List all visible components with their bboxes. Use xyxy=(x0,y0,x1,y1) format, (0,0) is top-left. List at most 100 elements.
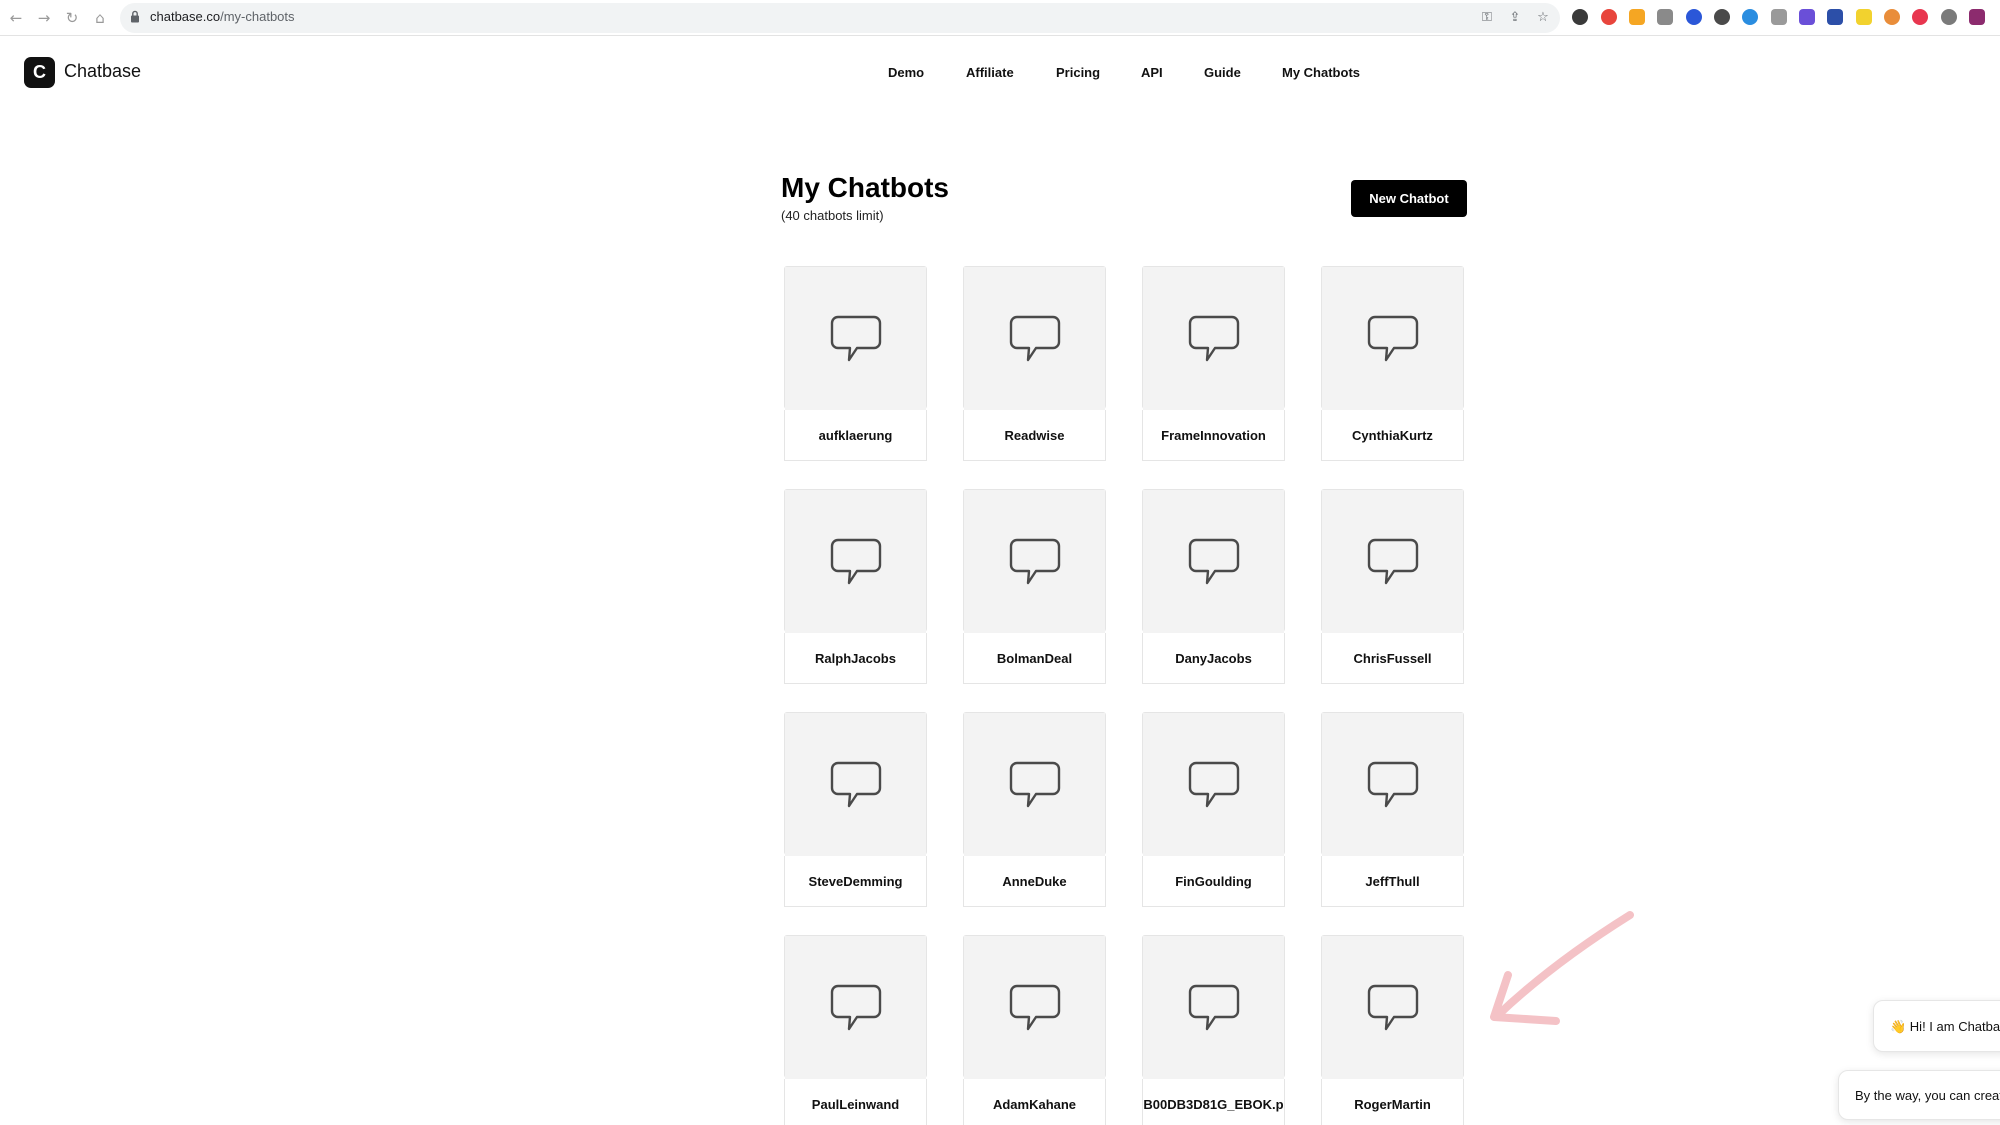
speech-bubble-icon xyxy=(1367,538,1418,584)
back-icon[interactable]: ← xyxy=(6,8,26,28)
extension-icon[interactable] xyxy=(1572,9,1588,25)
nav-demo[interactable]: Demo xyxy=(888,65,924,80)
chatbot-name: JeffThull xyxy=(1321,856,1464,907)
chatbot-card[interactable]: AdamKahane xyxy=(963,935,1106,1125)
chatbot-card[interactable]: FinGoulding xyxy=(1142,712,1285,907)
chatbot-card[interactable]: JeffThull xyxy=(1321,712,1464,907)
brand-name[interactable]: Chatbase xyxy=(64,61,141,82)
chat-message-bubble[interactable]: By the way, you can create xyxy=(1838,1070,2000,1120)
logo[interactable]: C xyxy=(24,57,55,88)
speech-bubble-icon xyxy=(1009,315,1060,361)
page-title: My Chatbots xyxy=(781,172,949,203)
chatbot-name: PaulLeinwand xyxy=(784,1079,927,1125)
chatbot-card[interactable]: ChrisFussell xyxy=(1321,489,1464,684)
chatbot-card[interactable]: DanyJacobs xyxy=(1142,489,1285,684)
speech-bubble-icon xyxy=(1188,984,1239,1030)
extension-icon[interactable] xyxy=(1969,9,1985,25)
chatbot-thumbnail xyxy=(1322,713,1463,856)
chatbot-name: ChrisFussell xyxy=(1321,633,1464,684)
chat-greeting-text: 👋 Hi! I am Chatbas xyxy=(1890,1019,2000,1034)
chatbot-thumbnail xyxy=(1322,936,1463,1079)
chatbot-card[interactable]: RogerMartin xyxy=(1321,935,1464,1125)
annotation-arrow-icon xyxy=(1490,911,1634,1025)
chat-message-text: By the way, you can create xyxy=(1855,1088,2000,1103)
chatbot-card[interactable]: PaulLeinwand xyxy=(784,935,927,1125)
url-path: /my-chatbots xyxy=(220,9,295,24)
chatbot-card[interactable]: Readwise xyxy=(963,266,1106,461)
chatbot-thumbnail xyxy=(1322,490,1463,633)
speech-bubble-icon xyxy=(1188,538,1239,584)
chatbot-name: FrameInnovation xyxy=(1142,410,1285,461)
chatbot-name: BolmanDeal xyxy=(963,633,1106,684)
speech-bubble-icon xyxy=(1367,315,1418,361)
address-bar[interactable] xyxy=(120,3,1560,33)
nav-affiliate[interactable]: Affiliate xyxy=(966,65,1014,80)
extension-icon[interactable] xyxy=(1912,9,1928,25)
chatbot-thumbnail xyxy=(1143,267,1284,410)
nav-guide[interactable]: Guide xyxy=(1204,65,1241,80)
chatbot-thumbnail xyxy=(1143,713,1284,856)
chatbot-name: SteveDemming xyxy=(784,856,927,907)
extension-icon[interactable] xyxy=(1601,9,1617,25)
reload-icon[interactable]: ↻ xyxy=(62,8,82,28)
speech-bubble-icon xyxy=(830,538,881,584)
chatbot-card[interactable]: BolmanDeal xyxy=(963,489,1106,684)
chatbot-name: AnneDuke xyxy=(963,856,1106,907)
nav-my-chatbots[interactable]: My Chatbots xyxy=(1282,65,1360,80)
speech-bubble-icon xyxy=(1367,984,1418,1030)
chatbot-card[interactable]: RalphJacobs xyxy=(784,489,927,684)
nav-pricing[interactable]: Pricing xyxy=(1056,65,1100,80)
chatbot-name: aufklaerung xyxy=(784,410,927,461)
extension-icon[interactable] xyxy=(1884,9,1900,25)
chatbot-thumbnail xyxy=(1143,936,1284,1079)
extension-icon[interactable] xyxy=(1799,9,1815,25)
forward-icon[interactable]: → xyxy=(34,8,54,28)
chatbot-name: B00DB3D81G_EBOK.p xyxy=(1142,1079,1285,1125)
star-icon[interactable]: ☆ xyxy=(1534,9,1552,27)
chatbot-name: AdamKahane xyxy=(963,1079,1106,1125)
share-icon[interactable]: ⇪ xyxy=(1506,9,1524,27)
chatbot-grid: aufklaerung Readwise FrameInnovation Cynthi… xyxy=(784,266,1464,1125)
chatbot-card[interactable]: FrameInnovation xyxy=(1142,266,1285,461)
url-text[interactable]: chatbase.co/my-chatbots xyxy=(150,9,295,24)
chatbot-thumbnail xyxy=(785,936,926,1079)
new-chatbot-button[interactable]: New Chatbot xyxy=(1351,180,1467,217)
chatbot-name: CynthiaKurtz xyxy=(1321,410,1464,461)
chatbot-card[interactable]: SteveDemming xyxy=(784,712,927,907)
chatbot-thumbnail xyxy=(964,713,1105,856)
extension-icon[interactable] xyxy=(1941,9,1957,25)
speech-bubble-icon xyxy=(830,315,881,361)
speech-bubble-icon xyxy=(830,984,881,1030)
speech-bubble-icon xyxy=(1009,538,1060,584)
speech-bubble-icon xyxy=(1009,761,1060,807)
chatbot-card[interactable]: aufklaerung xyxy=(784,266,927,461)
extension-icon[interactable] xyxy=(1827,9,1843,25)
chatbot-card[interactable]: AnneDuke xyxy=(963,712,1106,907)
nav-api[interactable]: API xyxy=(1141,65,1163,80)
chatbot-thumbnail xyxy=(964,267,1105,410)
extension-icon[interactable] xyxy=(1657,9,1673,25)
extension-icon[interactable] xyxy=(1856,9,1872,25)
key-icon[interactable]: ⚿ xyxy=(1478,9,1496,27)
url-domain: chatbase.co xyxy=(150,9,221,24)
extension-icon[interactable] xyxy=(1686,9,1702,25)
lock-icon xyxy=(131,10,139,23)
logo-letter: C xyxy=(33,62,46,82)
chatbot-thumbnail xyxy=(785,267,926,410)
speech-bubble-icon xyxy=(1367,761,1418,807)
chatbot-card[interactable]: CynthiaKurtz xyxy=(1321,266,1464,461)
chatbot-thumbnail xyxy=(1322,267,1463,410)
chatbot-card[interactable]: B00DB3D81G_EBOK.p xyxy=(1142,935,1285,1125)
home-icon[interactable]: ⌂ xyxy=(90,8,110,28)
chatbot-name: Readwise xyxy=(963,410,1106,461)
extension-icon[interactable] xyxy=(1714,9,1730,25)
chatbot-name: RogerMartin xyxy=(1321,1079,1464,1125)
chat-greeting-bubble[interactable]: 👋 Hi! I am Chatbas xyxy=(1873,1000,2000,1052)
extension-icon[interactable] xyxy=(1742,9,1758,25)
extension-icon[interactable] xyxy=(1771,9,1787,25)
speech-bubble-icon xyxy=(1188,315,1239,361)
extension-icon[interactable] xyxy=(1629,9,1645,25)
speech-bubble-icon xyxy=(830,761,881,807)
speech-bubble-icon xyxy=(1188,761,1239,807)
chatbot-name: RalphJacobs xyxy=(784,633,927,684)
